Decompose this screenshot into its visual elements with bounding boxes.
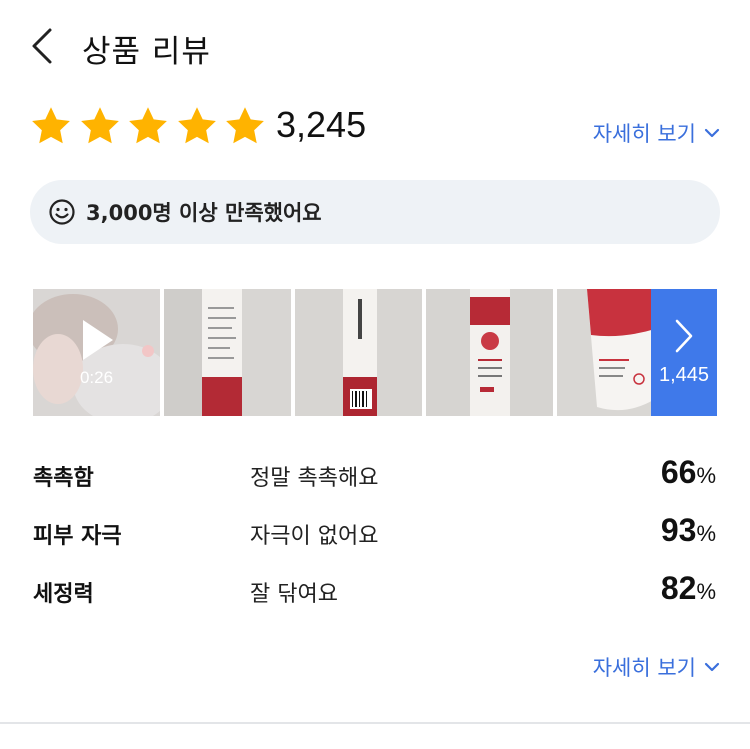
more-photos-count: 1,445 [658, 364, 710, 386]
attribute-percent-number: 82 [660, 570, 697, 606]
see-details-label: 자세히 보기 [592, 656, 696, 680]
star-icon [32, 107, 70, 144]
section-divider [0, 722, 750, 724]
review-photo-strip: 0:26 1,445 [33, 289, 717, 416]
attribute-name: 촉촉함 [33, 466, 94, 491]
smile-icon [49, 199, 75, 225]
attribute-value: 잘 닦여요 [250, 582, 338, 607]
back-button[interactable] [26, 24, 62, 68]
video-duration: 0:26 [79, 367, 114, 387]
play-overlay: 0:26 [33, 289, 160, 416]
percent-unit: % [696, 463, 716, 488]
chevron-left-icon [32, 28, 52, 64]
play-icon [82, 319, 113, 360]
attribute-percent-number: 93 [660, 512, 697, 548]
attribute-row: 촉촉함 정말 촉촉해요 66% [0, 448, 750, 506]
chevron-down-icon [704, 662, 720, 672]
product-photo-image [295, 289, 422, 416]
attribute-percent: 66% [661, 454, 716, 491]
attribute-percent-number: 66 [660, 454, 697, 490]
review-count: 3,245 [276, 104, 367, 145]
see-details-link-bottom[interactable]: 자세히 보기 [593, 652, 720, 682]
star-icon [129, 107, 167, 144]
see-details-link[interactable]: 자세히 보기 [593, 118, 720, 148]
see-details-label: 자세히 보기 [592, 122, 696, 146]
page-title: 상품 리뷰 [82, 34, 211, 70]
review-photo-thumbnail[interactable] [426, 289, 553, 416]
percent-unit: % [696, 521, 716, 546]
rating-summary: 3,245 자세히 보기 [0, 100, 750, 156]
star-icon [80, 107, 119, 144]
attribute-row: 세정력 잘 닦여요 82% [0, 564, 750, 622]
attribute-name: 세정력 [33, 582, 94, 607]
review-photo-thumbnail[interactable] [557, 289, 655, 416]
review-photo-thumbnail[interactable] [295, 289, 422, 416]
attribute-value: 정말 촉촉해요 [250, 466, 379, 491]
more-photos-button[interactable]: 1,445 [651, 289, 717, 416]
star-icon [177, 107, 216, 144]
product-photo-image [426, 289, 553, 416]
product-photo-image [557, 289, 655, 416]
attribute-row: 피부 자극 자극이 없어요 93% [0, 506, 750, 564]
attribute-summary: 촉촉함 정말 촉촉해요 66% 피부 자극 자극이 없어요 93% 세정력 잘 … [0, 448, 750, 622]
star-icon [226, 107, 264, 144]
product-photo-image [164, 289, 291, 416]
satisfaction-text: 3,000명 이상 만족했어요 [86, 201, 322, 225]
attribute-name: 피부 자극 [33, 524, 122, 549]
attribute-percent: 93% [661, 512, 716, 549]
attribute-value: 자극이 없어요 [250, 524, 379, 549]
attribute-percent: 82% [661, 570, 716, 607]
header: 상품 리뷰 [0, 0, 750, 95]
chevron-down-icon [704, 128, 720, 138]
star-rating [29, 104, 272, 148]
satisfaction-badge: 3,000명 이상 만족했어요 [30, 180, 720, 244]
percent-unit: % [696, 579, 716, 604]
chevron-right-icon [675, 319, 693, 353]
review-photo-thumbnail[interactable] [164, 289, 291, 416]
review-video-thumbnail[interactable]: 0:26 [33, 289, 160, 416]
